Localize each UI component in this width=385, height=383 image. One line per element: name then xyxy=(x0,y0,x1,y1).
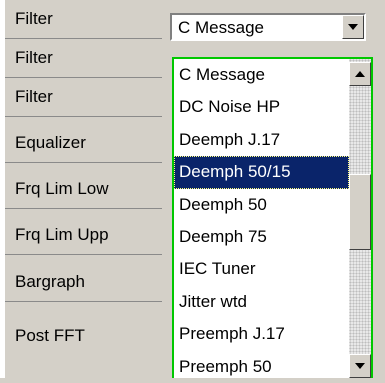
label-text: Frq Lim Upp xyxy=(15,225,109,244)
label-text: Filter xyxy=(15,48,53,67)
list-item[interactable]: Deemph 75 xyxy=(174,221,349,253)
label-row-filter-2: Filter xyxy=(5,39,162,78)
chevron-up-icon xyxy=(355,71,365,77)
label-row-post-fft: Post FFT xyxy=(5,312,162,350)
scroll-up-button[interactable] xyxy=(349,62,371,86)
label-text: Bargraph xyxy=(15,272,85,291)
filter-dropdown-list[interactable]: C Message DC Noise HP Deemph J.17 Deemph… xyxy=(172,57,373,378)
label-text: Frq Lim Low xyxy=(15,179,109,198)
list-item[interactable]: Preemph J.17 xyxy=(174,318,349,350)
list-item[interactable]: Jitter wtd xyxy=(174,286,349,318)
dropdown-options: C Message DC Noise HP Deemph J.17 Deemph… xyxy=(174,59,349,383)
list-item-selected[interactable]: Deemph 50/15 xyxy=(174,156,349,189)
parameter-labels: Filter Filter Filter Equalizer Frq Lim L… xyxy=(5,0,162,378)
label-row-bargraph: Bargraph xyxy=(5,263,162,302)
list-item[interactable]: IEC Tuner xyxy=(174,253,349,285)
label-text: Post FFT xyxy=(15,326,85,345)
label-text: Equalizer xyxy=(15,133,86,152)
label-text: Filter xyxy=(15,87,53,106)
list-item[interactable]: Preemph 50 xyxy=(174,351,349,383)
dropdown-button[interactable] xyxy=(342,15,364,39)
list-item[interactable]: Deemph 50 xyxy=(174,189,349,221)
chevron-down-icon xyxy=(348,24,358,30)
vertical-scrollbar[interactable] xyxy=(349,59,371,378)
combobox-value: C Message xyxy=(178,18,264,37)
filter-combobox[interactable]: C Message xyxy=(170,13,366,41)
label-row-filter-1: Filter xyxy=(5,0,162,39)
list-item[interactable]: C Message xyxy=(174,59,349,91)
scrollbar-thumb[interactable] xyxy=(349,174,371,250)
label-text: Filter xyxy=(15,9,53,28)
chevron-down-icon xyxy=(355,363,365,369)
label-row-frq-lim-low: Frq Lim Low xyxy=(5,170,162,209)
list-item[interactable]: DC Noise HP xyxy=(174,91,349,123)
label-row-frq-lim-upp: Frq Lim Upp xyxy=(5,216,162,255)
label-row-equalizer: Equalizer xyxy=(5,124,162,163)
scroll-down-button[interactable] xyxy=(349,354,371,378)
label-row-filter-3: Filter xyxy=(5,78,162,117)
list-item[interactable]: Deemph J.17 xyxy=(174,124,349,156)
